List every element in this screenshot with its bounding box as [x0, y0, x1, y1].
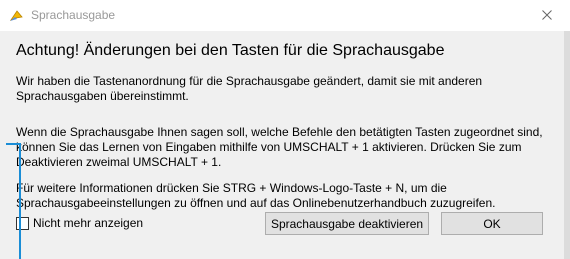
background-window-right-edge: [564, 31, 570, 259]
close-button[interactable]: [524, 0, 570, 31]
dialog-heading: Achtung! Änderungen bei den Tasten für d…: [16, 42, 445, 59]
background-window-edge-vertical: [19, 143, 21, 259]
close-icon: [542, 7, 552, 25]
dont-show-again-checkbox[interactable]: [16, 216, 29, 230]
dont-show-again-row[interactable]: Nicht mehr anzeigen: [16, 216, 143, 230]
ok-button[interactable]: OK: [441, 212, 543, 235]
narrator-app-icon: [8, 8, 24, 24]
info-paragraph-3: Für weitere Informationen drücken Sie ST…: [16, 181, 496, 210]
info-paragraph-1: Wir haben die Tastenanordnung für die Sp…: [16, 74, 483, 103]
window-title: Sprachausgabe: [31, 8, 116, 22]
dont-show-again-label[interactable]: Nicht mehr anzeigen: [33, 216, 143, 230]
narrator-dialog: Sprachausgabe Achtung! Änderungen bei de…: [0, 0, 570, 259]
deactivate-narrator-button[interactable]: Sprachausgabe deaktivieren: [265, 212, 429, 235]
info-paragraph-2: Wenn die Sprachausgabe Ihnen sagen soll,…: [16, 125, 543, 169]
title-bar: Sprachausgabe: [0, 0, 570, 31]
